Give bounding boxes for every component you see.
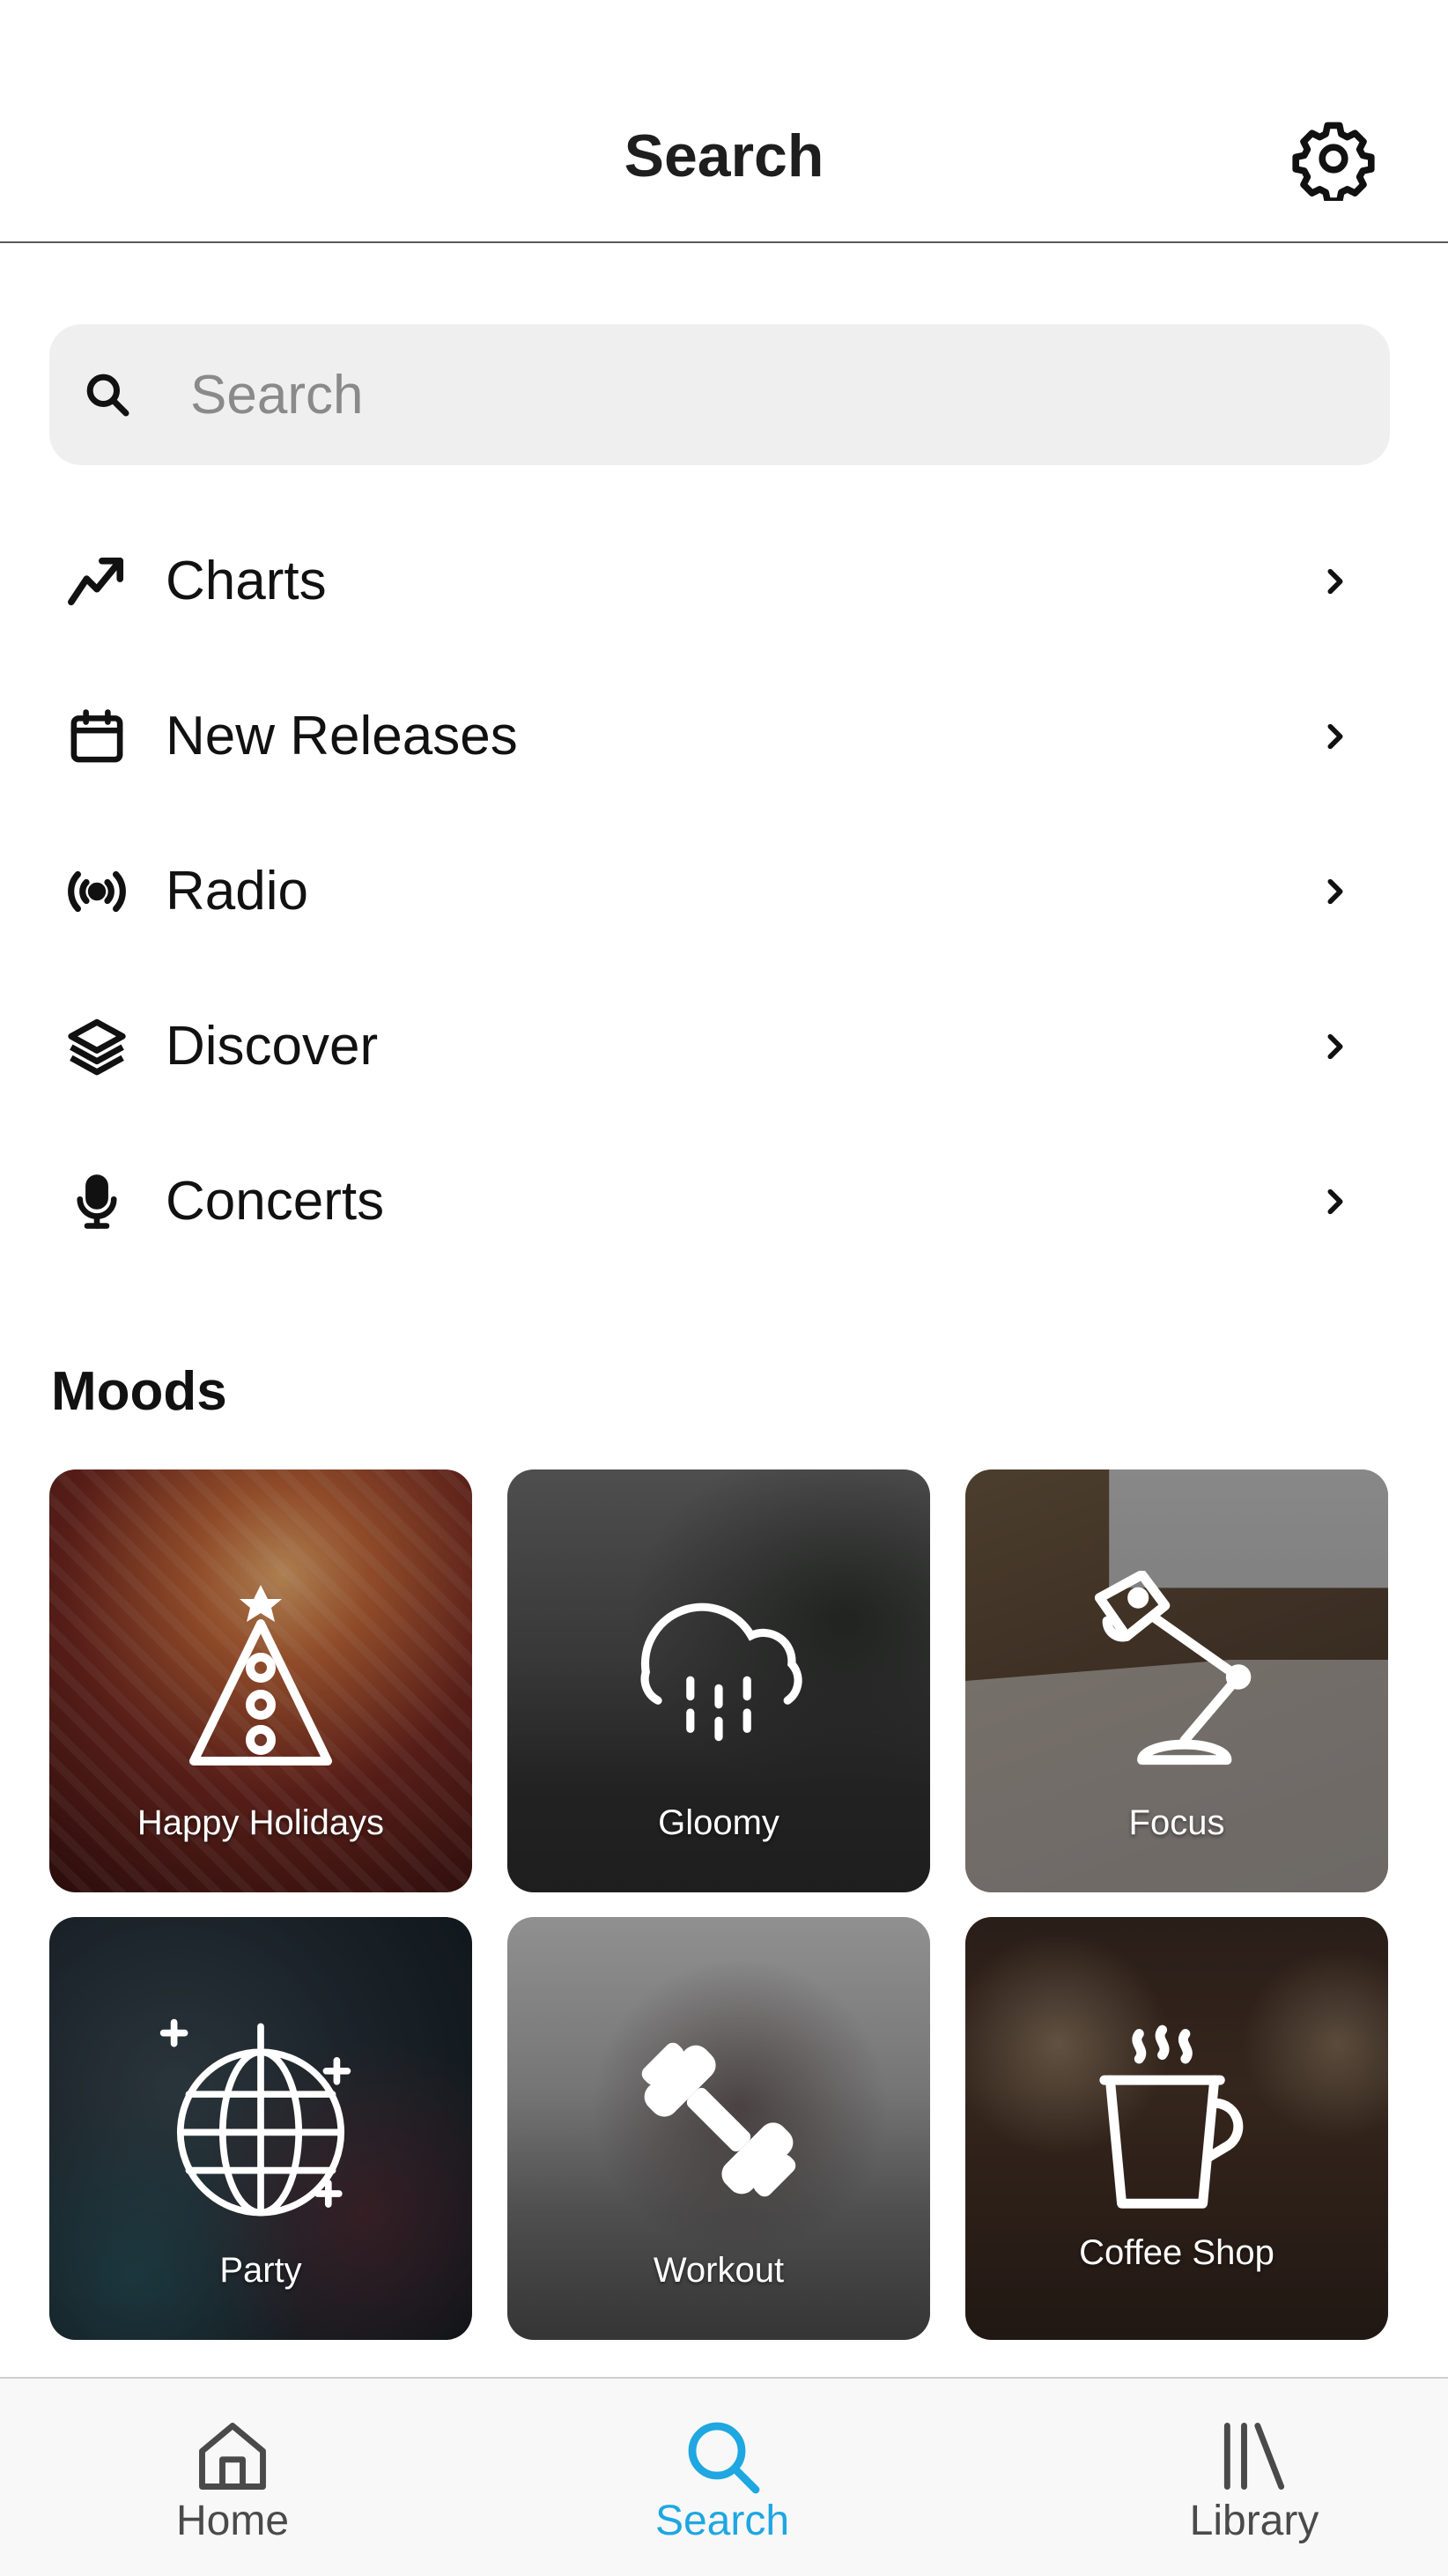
chevron-right-icon — [1311, 1022, 1360, 1071]
trending-up-icon — [60, 548, 134, 615]
mood-label: Coffee Shop — [1079, 2233, 1274, 2272]
desk-lamp-icon — [1071, 1566, 1282, 1778]
chevron-right-icon — [1311, 867, 1360, 916]
mood-tile-workout[interactable]: Workout — [507, 1917, 930, 2340]
nav-item-radio[interactable]: Radio — [0, 814, 1448, 969]
mood-label: Happy Holidays — [137, 1803, 385, 1842]
broadcast-icon — [60, 858, 134, 925]
tab-home[interactable]: Home — [100, 2379, 365, 2576]
tab-label: Library — [1189, 2498, 1319, 2544]
nav-item-discover[interactable]: Discover — [0, 969, 1448, 1124]
tab-label: Home — [175, 2498, 290, 2544]
chevron-right-icon — [1311, 557, 1360, 606]
nav-item-charts[interactable]: Charts — [0, 504, 1448, 659]
mood-tile-party[interactable]: Party — [49, 1917, 472, 2340]
settings-button[interactable] — [1288, 113, 1379, 204]
nav-item-new-releases[interactable]: New Releases — [0, 659, 1448, 814]
mood-label: Gloomy — [658, 1803, 779, 1842]
page-title: Search — [624, 122, 824, 189]
chevron-right-icon — [1311, 712, 1360, 761]
library-icon — [1210, 2412, 1298, 2500]
search-icon — [74, 361, 141, 428]
rain-cloud-icon — [613, 1566, 824, 1778]
mood-tile-happy-holidays[interactable]: Happy Holidays — [49, 1469, 472, 1892]
tab-bar: Home Search Library — [0, 2377, 1448, 2576]
search-screen: Search Charts — [0, 0, 1448, 2576]
search-icon — [678, 2412, 766, 2500]
mood-label: Party — [219, 2251, 302, 2290]
search-field[interactable] — [49, 324, 1390, 465]
tab-label: Search — [654, 2498, 790, 2544]
home-icon — [188, 2412, 277, 2500]
nav-item-concerts[interactable]: Concerts — [0, 1124, 1448, 1279]
christmas-tree-icon — [155, 1566, 366, 1778]
header: Search — [0, 0, 1448, 243]
nav-item-label: Charts — [166, 551, 327, 611]
microphone-icon — [60, 1168, 134, 1235]
mood-tile-coffee-shop[interactable]: Coffee Shop — [965, 1917, 1388, 2340]
tab-library[interactable]: Library — [1122, 2379, 1386, 2576]
disco-ball-icon — [155, 2014, 366, 2225]
tab-search[interactable]: Search — [590, 2379, 854, 2576]
mood-label: Focus — [1128, 1803, 1225, 1842]
search-input[interactable] — [190, 324, 1353, 465]
moods-heading: Moods — [51, 1361, 227, 1422]
mood-tile-focus[interactable]: Focus — [965, 1469, 1388, 1892]
nav-item-label: New Releases — [166, 706, 518, 766]
nav-item-label: Radio — [166, 861, 308, 922]
browse-list: Charts New Releases Radio Discover Conce… — [0, 504, 1448, 1279]
mood-tile-gloomy[interactable]: Gloomy — [507, 1469, 930, 1892]
mood-label: Workout — [653, 2251, 785, 2290]
gear-icon — [1292, 122, 1375, 201]
coffee-cup-icon — [1071, 2014, 1282, 2225]
nav-item-label: Discover — [166, 1016, 379, 1077]
chevron-right-icon — [1311, 1177, 1360, 1226]
dumbbell-icon — [613, 2014, 824, 2225]
nav-item-label: Concerts — [166, 1171, 385, 1232]
layers-icon — [60, 1013, 134, 1080]
calendar-icon — [60, 703, 134, 770]
